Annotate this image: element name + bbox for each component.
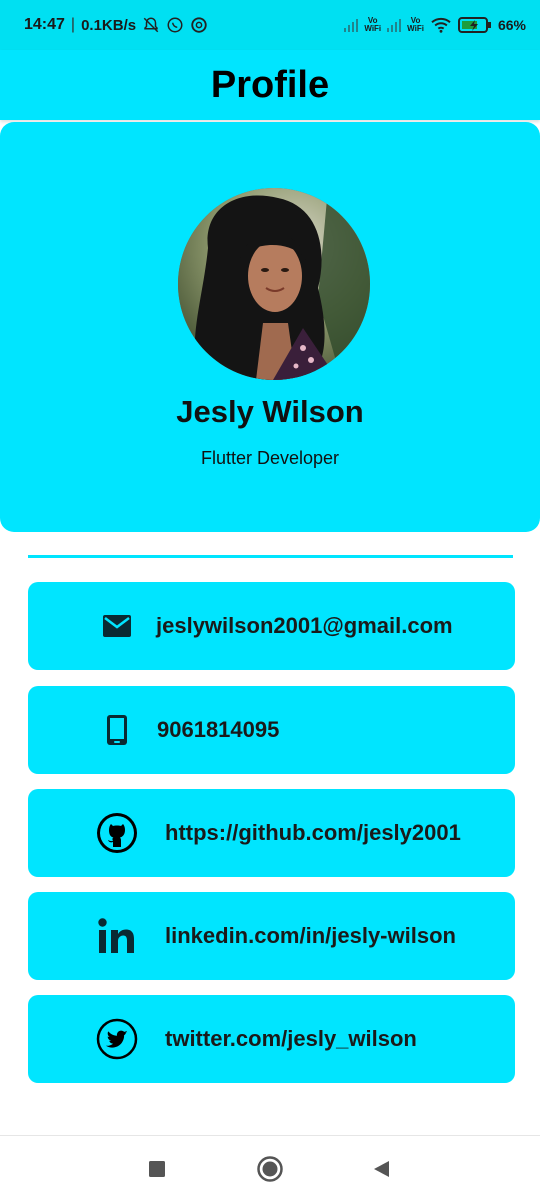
twitter-text: twitter.com/jesly_wilson bbox=[165, 1026, 417, 1051]
profile-role: Flutter Developer bbox=[200, 448, 340, 468]
muted-bell-icon bbox=[142, 16, 160, 34]
circle-home-icon bbox=[257, 1156, 283, 1182]
square-icon bbox=[149, 1161, 165, 1177]
app-notification-icon bbox=[190, 16, 208, 34]
profile-photo-icon bbox=[178, 188, 370, 380]
phone-tile[interactable]: 9061814095 bbox=[28, 686, 515, 774]
status-time: 14:47 bbox=[24, 16, 65, 33]
phone-icon bbox=[94, 707, 140, 753]
wifi-icon bbox=[430, 16, 452, 34]
back-button[interactable] bbox=[366, 1154, 396, 1184]
whatsapp-icon bbox=[166, 16, 184, 34]
signal-2-icon bbox=[387, 18, 402, 32]
page-title: Profile bbox=[210, 63, 330, 106]
status-right: Vo WiFi Vo WiFi 66% bbox=[344, 16, 526, 34]
twitter-icon bbox=[94, 1016, 140, 1062]
github-tile[interactable]: https://github.com/jesly2001 bbox=[28, 789, 515, 877]
avatar bbox=[178, 188, 370, 380]
app-bar: Profile bbox=[0, 50, 540, 120]
twitter-tile[interactable]: twitter.com/jesly_wilson bbox=[28, 995, 515, 1083]
triangle-back-icon bbox=[374, 1161, 389, 1177]
profile-name: Jesly Wilson bbox=[176, 394, 364, 429]
status-left: 14:47 | 0.1KB/s bbox=[24, 16, 208, 34]
divider bbox=[28, 555, 513, 558]
linkedin-icon bbox=[94, 913, 140, 959]
status-bar: 14:47 | 0.1KB/s Vo WiFi Vo WiFi 66% bbox=[0, 0, 540, 50]
home-button[interactable] bbox=[255, 1154, 285, 1184]
vowifi-1-icon: Vo WiFi bbox=[364, 16, 382, 33]
linkedin-tile[interactable]: linkedin.com/in/jesly-wilson bbox=[28, 892, 515, 980]
battery-charging-icon bbox=[457, 16, 492, 34]
email-tile[interactable]: jeslywilson2001@gmail.com bbox=[28, 582, 515, 670]
status-separator: | bbox=[70, 16, 76, 33]
vowifi-2-icon: Vo WiFi bbox=[407, 16, 424, 33]
profile-card: Jesly Wilson Flutter Developer bbox=[0, 122, 540, 532]
linkedin-text: linkedin.com/in/jesly-wilson bbox=[165, 923, 456, 948]
battery-percent: 66% bbox=[497, 17, 526, 33]
system-nav-bar bbox=[0, 1135, 540, 1200]
mail-icon bbox=[94, 603, 140, 649]
recents-button[interactable] bbox=[142, 1154, 172, 1184]
status-net-rate: 0.1KB/s bbox=[81, 16, 137, 34]
github-text: https://github.com/jesly2001 bbox=[165, 820, 461, 845]
github-icon bbox=[94, 810, 140, 856]
signal-1-icon bbox=[344, 18, 359, 32]
phone-text: 9061814095 bbox=[157, 717, 280, 742]
email-text: jeslywilson2001@gmail.com bbox=[156, 613, 453, 638]
